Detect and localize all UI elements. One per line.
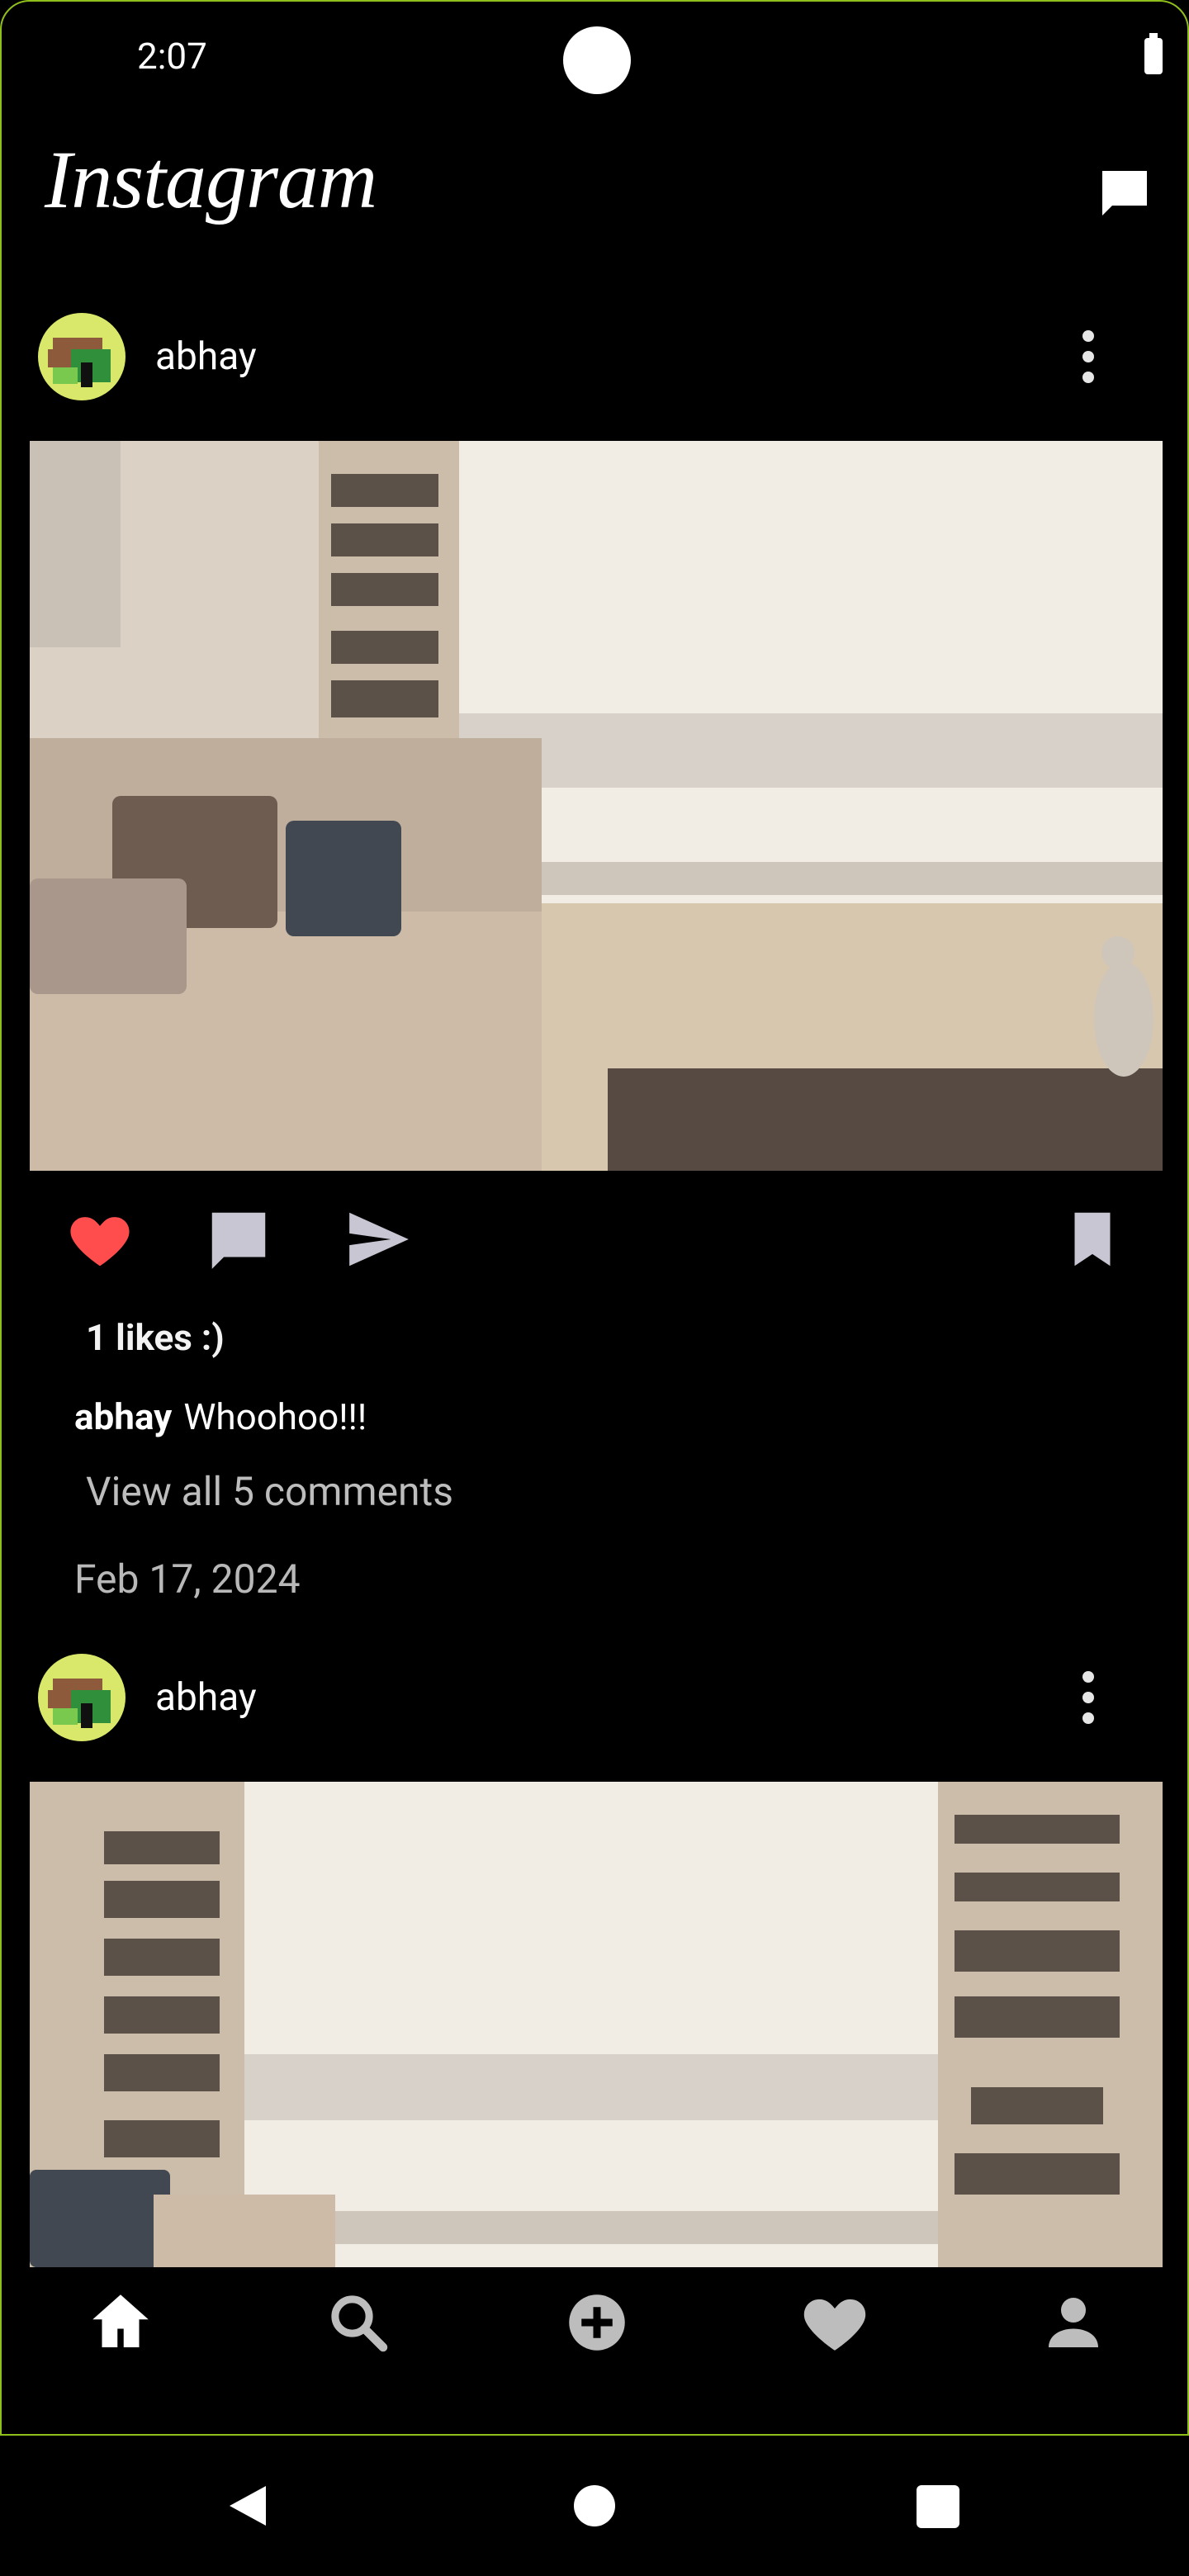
comment-icon[interactable] (203, 1204, 274, 1275)
post-header: abhay (2, 1648, 1187, 1747)
post-image[interactable] (30, 441, 1163, 1171)
home-button-icon[interactable] (570, 2481, 619, 2534)
back-icon[interactable] (223, 2481, 272, 2534)
avatar[interactable] (38, 313, 126, 400)
post-username[interactable]: abhay (155, 1675, 257, 1720)
share-icon[interactable] (343, 1204, 414, 1275)
home-icon[interactable] (83, 2285, 158, 2360)
post-date: Feb 17, 2024 (74, 1556, 301, 1603)
bottom-navigation (2, 2267, 1187, 2383)
likes-count[interactable]: 1 likes :) (86, 1316, 225, 1359)
camera-cutout (563, 26, 631, 94)
view-comments-link[interactable]: View all 5 comments (86, 1468, 453, 1515)
post-caption: abhay Whoohoo!!! (74, 1395, 367, 1438)
like-icon[interactable] (64, 1204, 135, 1275)
post-username[interactable]: abhay (155, 334, 257, 379)
messages-icon[interactable] (1095, 163, 1154, 223)
status-time: 2:07 (137, 35, 207, 78)
more-options-icon[interactable] (1072, 1660, 1105, 1735)
post-image[interactable] (30, 1782, 1163, 2267)
profile-icon[interactable] (1036, 2285, 1111, 2360)
more-options-icon[interactable] (1072, 320, 1105, 394)
search-icon[interactable] (321, 2285, 396, 2360)
recents-icon[interactable] (915, 2484, 961, 2533)
avatar[interactable] (38, 1654, 126, 1741)
caption-username[interactable]: abhay (74, 1395, 172, 1438)
app-frame: 2:07 Instagram abhay 1 likes:) abhay Wh… (0, 0, 1189, 2436)
heart-icon[interactable] (798, 2285, 872, 2360)
post-actions (2, 1191, 1187, 1290)
add-icon[interactable] (560, 2285, 634, 2360)
caption-text: Whoohoo!!! (183, 1395, 367, 1438)
bookmark-icon[interactable] (1057, 1204, 1128, 1275)
battery-icon (1144, 33, 1163, 74)
app-logo: Instagram (45, 134, 377, 225)
post-header: abhay (2, 307, 1187, 406)
system-navigation (0, 2436, 1189, 2576)
